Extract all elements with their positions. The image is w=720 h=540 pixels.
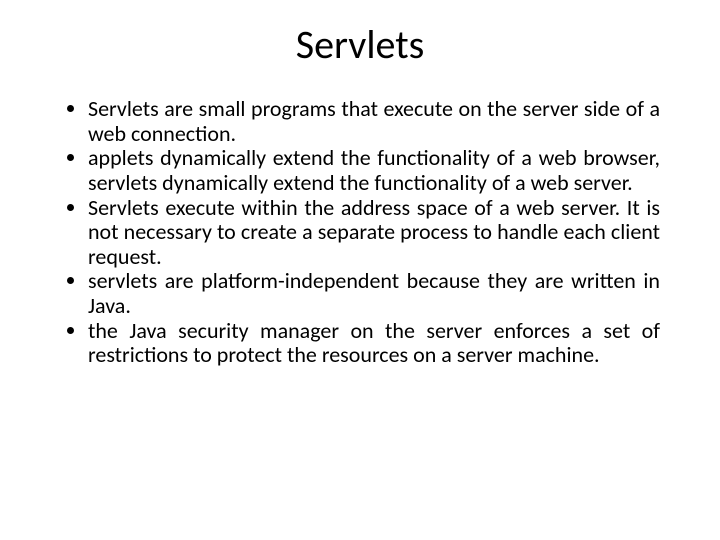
slide-title: Servlets <box>50 20 670 69</box>
list-item: servlets are platform-independent becaus… <box>88 269 660 318</box>
list-item: the Java security manager on the server … <box>88 319 660 368</box>
slide: Servlets Servlets are small programs tha… <box>0 0 720 540</box>
bullet-list: Servlets are small programs that execute… <box>60 97 660 368</box>
list-item: applets dynamically extend the functiona… <box>88 146 660 195</box>
list-item: Servlets are small programs that execute… <box>88 97 660 146</box>
list-item: Servlets execute within the address spac… <box>88 196 660 270</box>
